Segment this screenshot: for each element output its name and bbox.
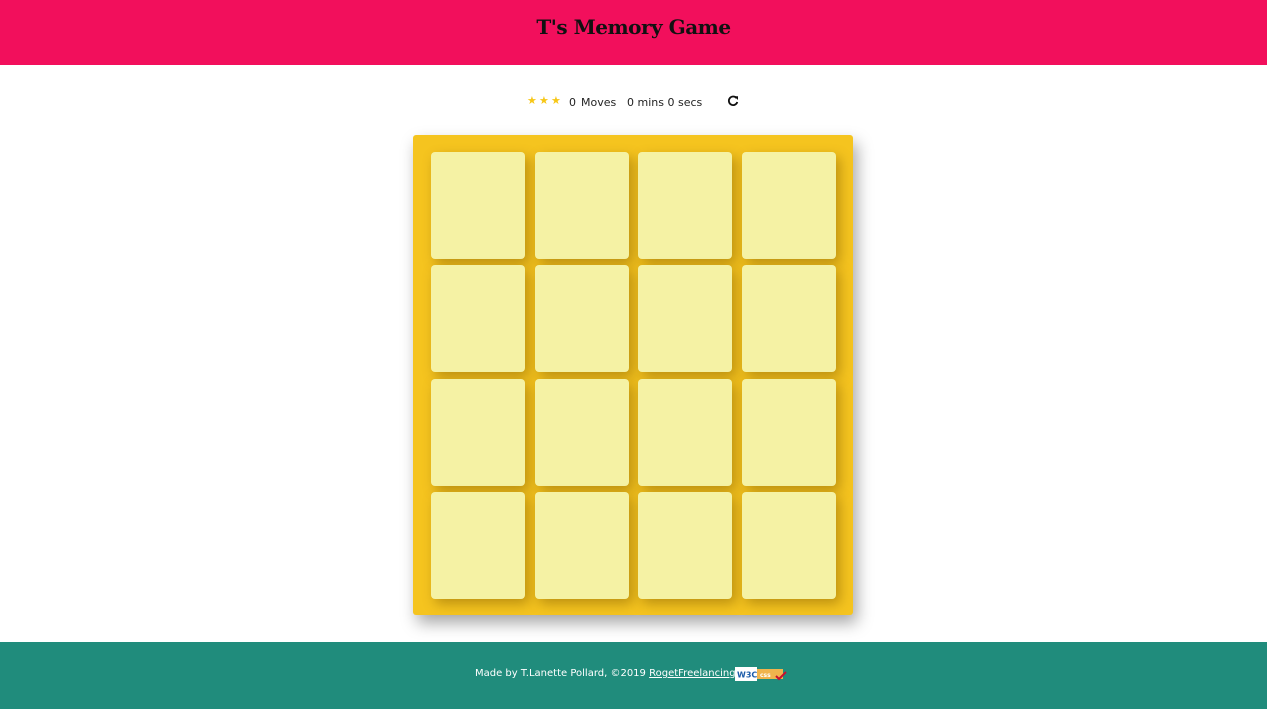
memory-card[interactable] bbox=[742, 492, 836, 599]
w3c-css-badge-icon[interactable]: W3C css bbox=[735, 666, 787, 681]
memory-card[interactable] bbox=[638, 379, 732, 486]
memory-card[interactable] bbox=[742, 265, 836, 372]
memory-card[interactable] bbox=[535, 492, 629, 599]
page-title: T's Memory Game bbox=[536, 15, 731, 39]
star-icon: ★ bbox=[551, 94, 561, 107]
memory-card[interactable] bbox=[431, 379, 525, 486]
memory-card[interactable] bbox=[431, 265, 525, 372]
moves-count: 0 bbox=[569, 96, 576, 109]
moves-label: Moves bbox=[581, 96, 617, 109]
timer: 0 mins 0 secs bbox=[627, 96, 703, 109]
restart-icon[interactable] bbox=[727, 95, 739, 107]
footer: Made by T.Lanette Pollard, ©2019 RogetFr… bbox=[0, 642, 1267, 709]
memory-card[interactable] bbox=[638, 492, 732, 599]
memory-card[interactable] bbox=[638, 265, 732, 372]
card-deck bbox=[413, 135, 853, 615]
memory-card[interactable] bbox=[535, 265, 629, 372]
star-icon: ★ bbox=[539, 94, 549, 107]
credit-text: Made by T.Lanette Pollard, ©2019 bbox=[475, 668, 646, 679]
header: T's Memory Game bbox=[0, 0, 1267, 65]
memory-card[interactable] bbox=[535, 379, 629, 486]
star-icon: ★ bbox=[527, 94, 537, 107]
roget-freelancing-link[interactable]: RogetFreelancing bbox=[649, 668, 735, 679]
memory-card[interactable] bbox=[638, 152, 732, 259]
footer-credit: Made by T.Lanette Pollard, ©2019 RogetFr… bbox=[475, 668, 736, 679]
star-rating: ★ ★ ★ bbox=[527, 95, 562, 106]
memory-card[interactable] bbox=[535, 152, 629, 259]
memory-card[interactable] bbox=[431, 492, 525, 599]
svg-text:W3C: W3C bbox=[737, 671, 757, 680]
memory-card[interactable] bbox=[742, 152, 836, 259]
memory-card[interactable] bbox=[431, 152, 525, 259]
memory-card[interactable] bbox=[742, 379, 836, 486]
svg-text:css: css bbox=[760, 672, 771, 679]
